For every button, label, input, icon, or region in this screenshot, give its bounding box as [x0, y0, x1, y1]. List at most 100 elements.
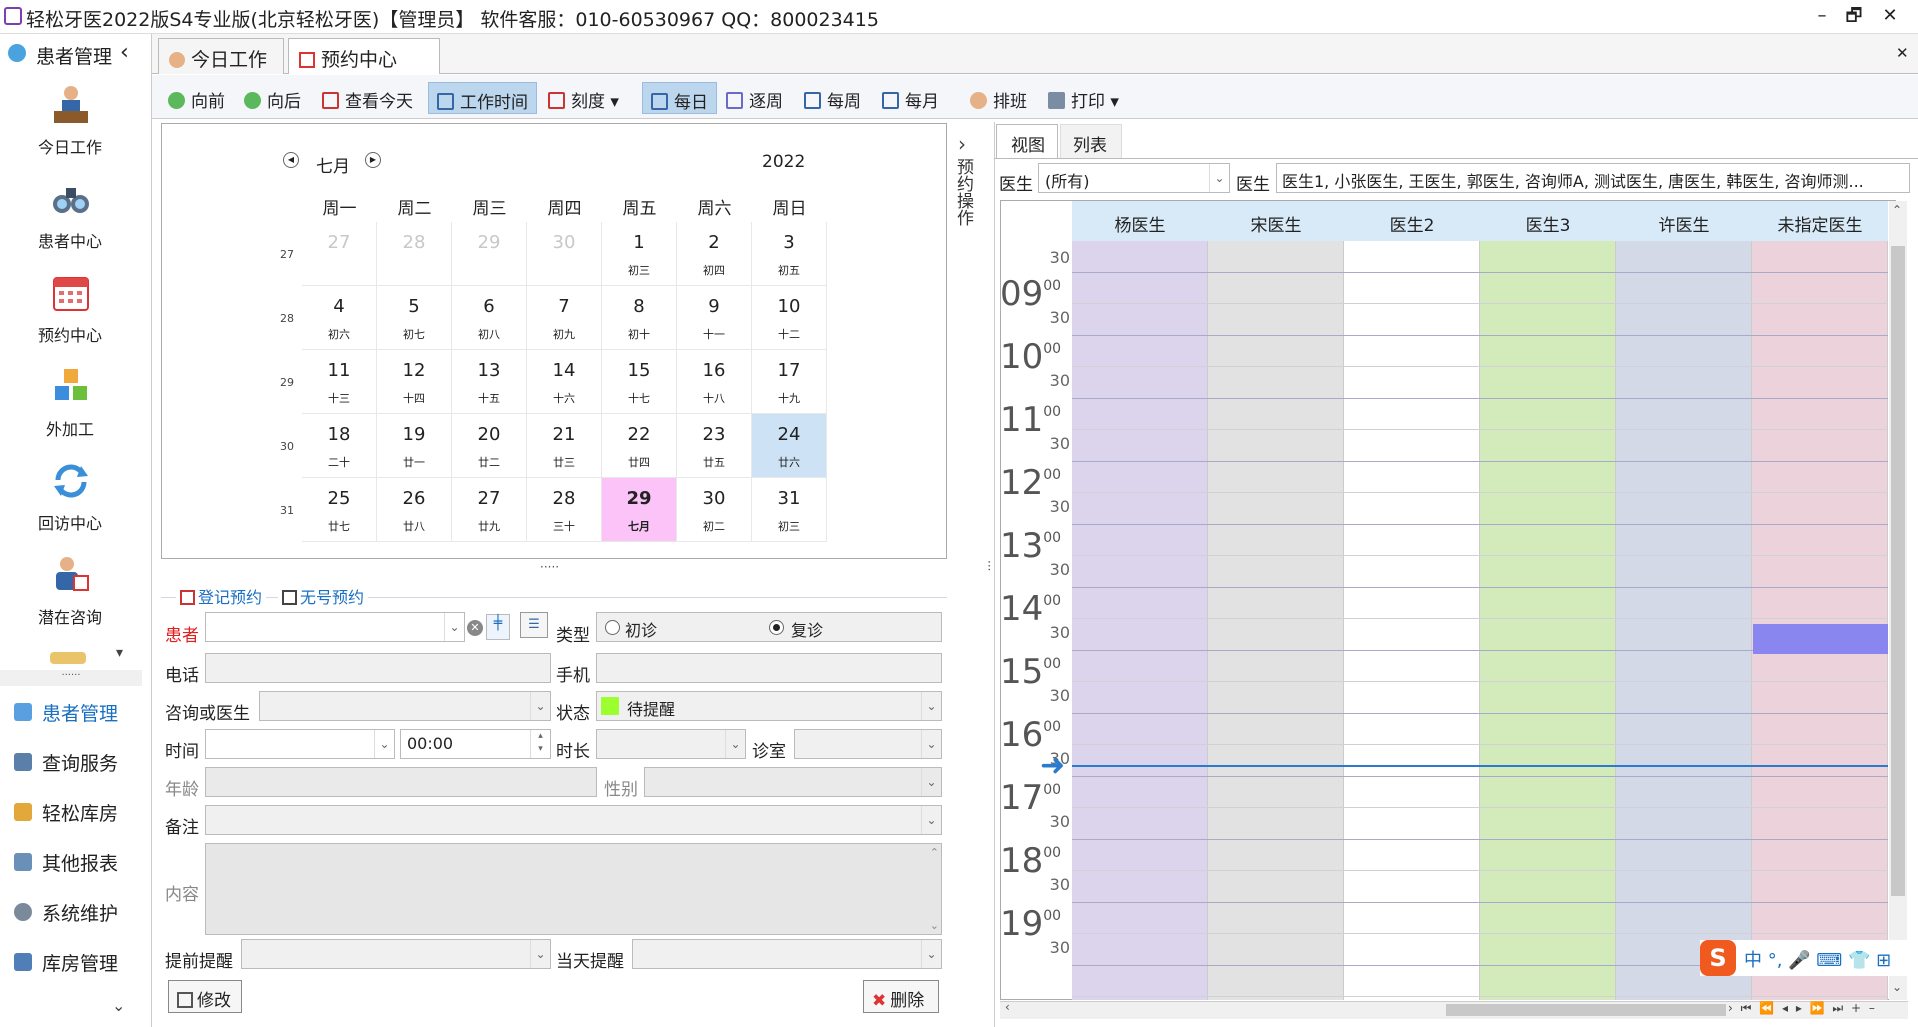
- calendar-day[interactable]: 8 初十: [602, 286, 677, 350]
- doctor-column-header[interactable]: 宋医生: [1208, 211, 1344, 236]
- note-select[interactable]: ⌄: [205, 805, 942, 835]
- doctor-column-header[interactable]: 杨医生: [1072, 211, 1208, 236]
- register-appointment-tab[interactable]: 登记预约: [176, 584, 267, 608]
- calendar-day[interactable]: 29 七月: [602, 478, 677, 542]
- status-select[interactable]: 待提醒 ⌄: [596, 691, 942, 721]
- calendar-day[interactable]: 13 十五: [452, 350, 527, 414]
- chevron-down-icon[interactable]: ⌄: [444, 613, 464, 641]
- calendar-day[interactable]: 11 十三: [302, 350, 377, 414]
- consult-doctor-select[interactable]: ⌄: [259, 691, 551, 721]
- print-dropdown[interactable]: 打印 ▾: [1040, 82, 1127, 114]
- return-visit-radio[interactable]: [769, 620, 784, 635]
- sidebar-item-patient-center[interactable]: 患者中心: [10, 178, 130, 264]
- daily-view-button[interactable]: 每日: [642, 82, 717, 114]
- calendar-day[interactable]: 6 初八: [452, 286, 527, 350]
- collapse-sidebar-icon[interactable]: ‹: [120, 40, 129, 65]
- calendar-day[interactable]: 12 十四: [377, 350, 452, 414]
- calendar-day[interactable]: 9 十一: [677, 286, 752, 350]
- scroll-left-icon[interactable]: ‹: [1005, 1000, 1010, 1014]
- chevron-down-icon[interactable]: ⌄: [921, 730, 941, 758]
- calendar-day[interactable]: 16 十八: [677, 350, 752, 414]
- sidebar-more-arrow[interactable]: ▾: [116, 645, 123, 661]
- prev-button[interactable]: 向前: [160, 82, 233, 114]
- calendar-day[interactable]: 25 廿七: [302, 478, 377, 542]
- tab-today-work[interactable]: 今日工作: [158, 38, 284, 74]
- restore-button[interactable]: 🗗: [1840, 4, 1868, 28]
- nav-patient-management[interactable]: 患者管理: [8, 693, 148, 731]
- expand-panel-arrow[interactable]: ›: [958, 132, 966, 156]
- weekly-view-button[interactable]: 每周: [796, 82, 869, 114]
- h-scroll-thumb[interactable]: [1446, 1004, 1726, 1016]
- scroll-down-icon[interactable]: ⌄: [1892, 980, 1902, 994]
- chevron-down-icon[interactable]: ⌄: [921, 692, 941, 720]
- calendar-day[interactable]: 31 初三: [752, 478, 827, 542]
- mobile-field[interactable]: [596, 653, 942, 683]
- calendar-day[interactable]: 15 十七: [602, 350, 677, 414]
- delete-button[interactable]: ✖ 删除: [863, 980, 939, 1013]
- doctor-column[interactable]: [1208, 241, 1344, 1000]
- doctor-column[interactable]: [1072, 241, 1208, 1000]
- appointment-ops-label[interactable]: 预约操作: [952, 158, 976, 226]
- view-tab[interactable]: 视图: [996, 124, 1058, 158]
- chevron-down-icon[interactable]: ⌄: [530, 692, 550, 720]
- calendar-day[interactable]: 3 初五: [752, 222, 827, 286]
- doctor-column[interactable]: [1480, 241, 1616, 1000]
- calendar-day[interactable]: 5 初七: [377, 286, 452, 350]
- calendar-day[interactable]: 2 初四: [677, 222, 752, 286]
- advance-reminder-select[interactable]: ⌄: [241, 939, 551, 969]
- edit-button[interactable]: 修改: [168, 980, 242, 1013]
- calendar-day[interactable]: 19 廿一: [377, 414, 452, 478]
- chevron-down-icon[interactable]: ⌄: [374, 730, 394, 758]
- clear-icon[interactable]: ✕: [467, 620, 483, 636]
- no-number-appointment-tab[interactable]: 无号预约: [278, 584, 369, 608]
- sidebar-item-external-processing[interactable]: 外加工: [10, 366, 130, 452]
- nav-other-reports[interactable]: 其他报表: [8, 843, 148, 881]
- doctor-column[interactable]: [1616, 241, 1752, 1000]
- doctor-column-header[interactable]: 医生3: [1480, 211, 1616, 236]
- sidebar-item-followup-center[interactable]: 回访中心: [10, 460, 130, 546]
- calendar-day[interactable]: 23 廿五: [677, 414, 752, 478]
- view-today-button[interactable]: 查看今天: [314, 82, 421, 114]
- calendar-day[interactable]: 27: [302, 222, 377, 286]
- doctor-column-header[interactable]: 医生2: [1344, 211, 1480, 236]
- sidebar-item-today-work[interactable]: 今日工作: [10, 84, 130, 170]
- calendar-day[interactable]: 18 二十: [302, 414, 377, 478]
- calendar-day[interactable]: 26 廿八: [377, 478, 452, 542]
- sidebar-item-potential-consult[interactable]: 潜在咨询: [10, 554, 130, 640]
- workweek-view-button[interactable]: 逐周: [718, 82, 791, 114]
- calendar-day[interactable]: 24 廿六: [752, 414, 827, 478]
- scale-dropdown[interactable]: 刻度 ▾: [540, 82, 627, 114]
- phone-field[interactable]: [205, 653, 551, 683]
- calendar-day[interactable]: 30 初二: [677, 478, 752, 542]
- calendar-day[interactable]: 22 廿四: [602, 414, 677, 478]
- work-time-button[interactable]: 工作时间: [428, 82, 537, 114]
- shift-schedule-button[interactable]: 排班: [962, 82, 1035, 114]
- doctor-column[interactable]: [1752, 241, 1888, 1000]
- calendar-day[interactable]: 21 廿三: [527, 414, 602, 478]
- list-icon[interactable]: ☰: [520, 612, 548, 638]
- calendar-day[interactable]: 30: [527, 222, 602, 286]
- sidebar-scroll-down[interactable]: ⌄: [112, 996, 125, 1015]
- calendar-day[interactable]: 29: [452, 222, 527, 286]
- monthly-view-button[interactable]: 每月: [874, 82, 947, 114]
- sidebar-splitter[interactable]: ······: [0, 670, 142, 686]
- calendar-day[interactable]: 1 初三: [602, 222, 677, 286]
- next-button[interactable]: 向后: [236, 82, 309, 114]
- prev-month-button[interactable]: ◀: [283, 152, 299, 168]
- minimize-button[interactable]: –: [1808, 4, 1836, 28]
- calendar-day[interactable]: 4 初六: [302, 286, 377, 350]
- spin-icon[interactable]: ▴ ▾: [530, 730, 550, 758]
- calendar-day[interactable]: 28: [377, 222, 452, 286]
- date-select[interactable]: ⌄: [205, 729, 395, 759]
- doctor-column-header[interactable]: 许医生: [1616, 211, 1752, 236]
- next-month-button[interactable]: ▶: [365, 152, 381, 168]
- chevron-down-icon[interactable]: ⌄: [725, 730, 745, 758]
- appointment-block[interactable]: [1753, 624, 1888, 654]
- sidebar-header[interactable]: 患者管理 ‹: [0, 40, 150, 70]
- navigation-buttons[interactable]: › ⏮ ⏪ ◂ ▸ ⏩ ⏭ + –: [1728, 1001, 1877, 1016]
- room-select[interactable]: ⌄: [794, 729, 942, 759]
- time-input[interactable]: 00:00 ▴ ▾: [400, 729, 551, 759]
- first-visit-radio[interactable]: [605, 620, 620, 635]
- nav-storeroom-management[interactable]: 库房管理: [8, 943, 148, 981]
- nav-query-service[interactable]: 查询服务: [8, 743, 148, 781]
